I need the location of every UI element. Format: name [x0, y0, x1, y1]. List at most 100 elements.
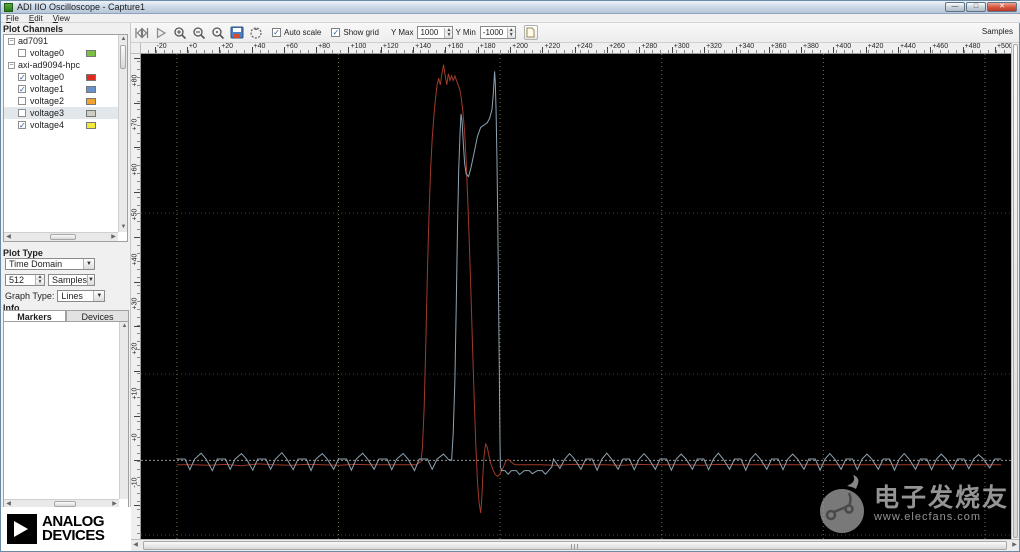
x-tick-label: +240 — [576, 43, 593, 50]
channel-label: voltage1 — [30, 84, 65, 94]
x-tick-label: +120 — [382, 43, 399, 50]
graph-type-select[interactable]: Lines ▼ — [57, 290, 106, 302]
x-tick-label: +360 — [770, 43, 787, 50]
x-tick-label: +0 — [188, 43, 197, 50]
capture-button[interactable] — [133, 25, 150, 41]
channel-row-voltage4[interactable]: ✓ voltage4 — [4, 119, 118, 131]
y-min-value: -1000 — [482, 28, 504, 37]
oscilloscope-window: { "window": { "title": "ADI IIO Oscillos… — [0, 0, 1020, 552]
x-tick-label: +80 — [318, 43, 331, 50]
chevron-down-icon: ▼ — [87, 275, 94, 285]
domain-select[interactable]: Time Domain ▼ — [5, 258, 95, 270]
channel-label: voltage0 — [30, 72, 65, 82]
channel-tree-vscrollbar[interactable]: ▲ ▼ — [118, 35, 127, 232]
channel-row-voltage0[interactable]: ✓ voltage0 — [4, 71, 118, 83]
zoom-fit-button[interactable] — [209, 25, 226, 41]
x-tick-label: +380 — [803, 43, 819, 50]
adi-triangle-icon — [7, 514, 37, 544]
channel-tree-hscrollbar[interactable]: ◀ ▶ — [4, 232, 118, 241]
trace-voltage0 — [176, 64, 1002, 514]
collapse-icon[interactable]: − — [8, 61, 15, 69]
x-tick-label: +60 — [285, 43, 298, 50]
auto-scale-checkbox[interactable]: ✓ — [272, 28, 281, 37]
save-image-button[interactable] — [228, 25, 245, 41]
channel-checkbox[interactable]: ✓ — [18, 73, 26, 82]
x-tick-label: +100 — [350, 43, 367, 50]
x-tick-label: +480 — [964, 43, 981, 50]
channel-color-swatch[interactable] — [86, 85, 96, 93]
zoom-in-button[interactable] — [171, 25, 188, 41]
x-tick-label: +180 — [479, 43, 496, 50]
sample-count-value: 512 — [9, 275, 25, 285]
y-min-label: Y Min — [455, 28, 476, 37]
plot-toolbar: ✓ Auto scale ✓ Show grid Y Max 1000 ▲ ▼ Y… — [131, 23, 1019, 43]
show-grid-checkbox[interactable]: ✓ — [331, 28, 341, 37]
y-min-input[interactable]: -1000 ▲ ▼ — [479, 26, 516, 39]
menu-file[interactable]: File — [1, 14, 24, 23]
channel-color-swatch[interactable] — [86, 49, 96, 57]
graph-type-value: Lines — [61, 291, 83, 301]
x-tick-label: +440 — [900, 43, 916, 50]
channel-checkbox[interactable]: ✓ — [18, 121, 26, 130]
fullscreen-button[interactable] — [247, 25, 264, 41]
menu-view[interactable]: View — [48, 14, 75, 23]
close-button[interactable]: ✕ — [987, 2, 1017, 12]
channel-label: voltage4 — [30, 120, 65, 130]
minimize-button[interactable]: — — [945, 2, 965, 12]
y-max-value: 1000 — [420, 28, 439, 37]
channel-color-swatch[interactable] — [86, 73, 96, 81]
graph-type-label: Graph Type: — [5, 291, 55, 301]
plot-vscrollbar[interactable] — [1011, 43, 1019, 539]
channel-row-voltage3[interactable]: voltage3 — [4, 107, 118, 119]
sidebar: Plot Channels − ad7091 voltage0− axi-ad9094… — [1, 23, 131, 551]
channel-color-swatch[interactable] — [86, 109, 96, 117]
y-tick-label: +60 — [131, 163, 139, 176]
channel-row-voltage1[interactable]: ✓ voltage1 — [4, 83, 118, 95]
collapse-icon[interactable]: − — [8, 37, 15, 45]
channel-tree: − ad7091 voltage0− axi-ad9094-hpc ✓ voltage0 ✓… — [3, 34, 128, 242]
zoom-out-button[interactable] — [190, 25, 207, 41]
analog-devices-logo: ANALOG DEVICES — [1, 507, 131, 551]
plot-hscrollbar[interactable]: ◀ ▶ — [131, 539, 1019, 551]
markers-vscrollbar[interactable]: ▲ — [119, 322, 128, 499]
logo-text-devices: DEVICES — [42, 527, 105, 544]
channel-label: voltage0 — [30, 48, 65, 58]
x-tick-label: +340 — [738, 43, 755, 50]
spin-down-icon[interactable]: ▼ — [36, 280, 44, 285]
channel-checkbox[interactable]: ✓ — [18, 85, 26, 94]
x-tick-label: +40 — [253, 43, 266, 50]
channel-color-swatch[interactable] — [86, 97, 96, 105]
waveform-plot[interactable] — [141, 54, 1011, 539]
x-tick-label: +200 — [512, 43, 528, 50]
x-tick-label: +500 — [996, 43, 1011, 50]
channel-checkbox[interactable] — [18, 49, 26, 57]
x-tick-label: +460 — [932, 43, 949, 50]
x-tick-label: +160 — [447, 43, 464, 50]
chevron-down-icon: ▼ — [83, 259, 94, 269]
x-tick-label: +220 — [544, 43, 561, 50]
app-icon — [4, 2, 13, 12]
sample-count-spinner[interactable]: 512 ▲ ▼ — [5, 274, 45, 286]
title-bar: ADI IIO Oscilloscope - Capture1 — □ ✕ — [1, 1, 1020, 14]
plot-region: -20 +0 +20 +40 +60 +80 +100 +120 +140 +160 +180 +20… — [131, 43, 1019, 551]
sample-unit-select[interactable]: Samples ▼ — [48, 274, 95, 286]
y-tick-label: +40 — [131, 253, 139, 265]
channel-checkbox[interactable] — [18, 109, 26, 117]
device-row-axi-ad9094-hpc[interactable]: − axi-ad9094-hpc — [4, 59, 118, 71]
x-tick-label: +300 — [673, 43, 690, 50]
menu-edit[interactable]: Edit — [24, 14, 48, 23]
play-button[interactable] — [152, 25, 169, 41]
channel-row-voltage0[interactable]: voltage0 — [4, 47, 118, 59]
channel-color-swatch[interactable] — [86, 121, 96, 129]
new-plot-button[interactable] — [523, 25, 538, 40]
maximize-button[interactable]: □ — [966, 2, 986, 12]
x-tick-label: -20 — [156, 43, 167, 50]
channel-checkbox[interactable] — [18, 97, 26, 105]
auto-scale-label: Auto scale — [284, 28, 322, 37]
y-max-input[interactable]: 1000 ▲ ▼ — [417, 26, 454, 39]
channel-label: voltage2 — [30, 96, 65, 106]
y-tick-label: +80 — [131, 74, 139, 87]
channel-row-voltage2[interactable]: voltage2 — [4, 95, 118, 107]
device-row-ad7091[interactable]: − ad7091 — [4, 35, 118, 47]
x-tick-label: +140 — [415, 43, 431, 50]
